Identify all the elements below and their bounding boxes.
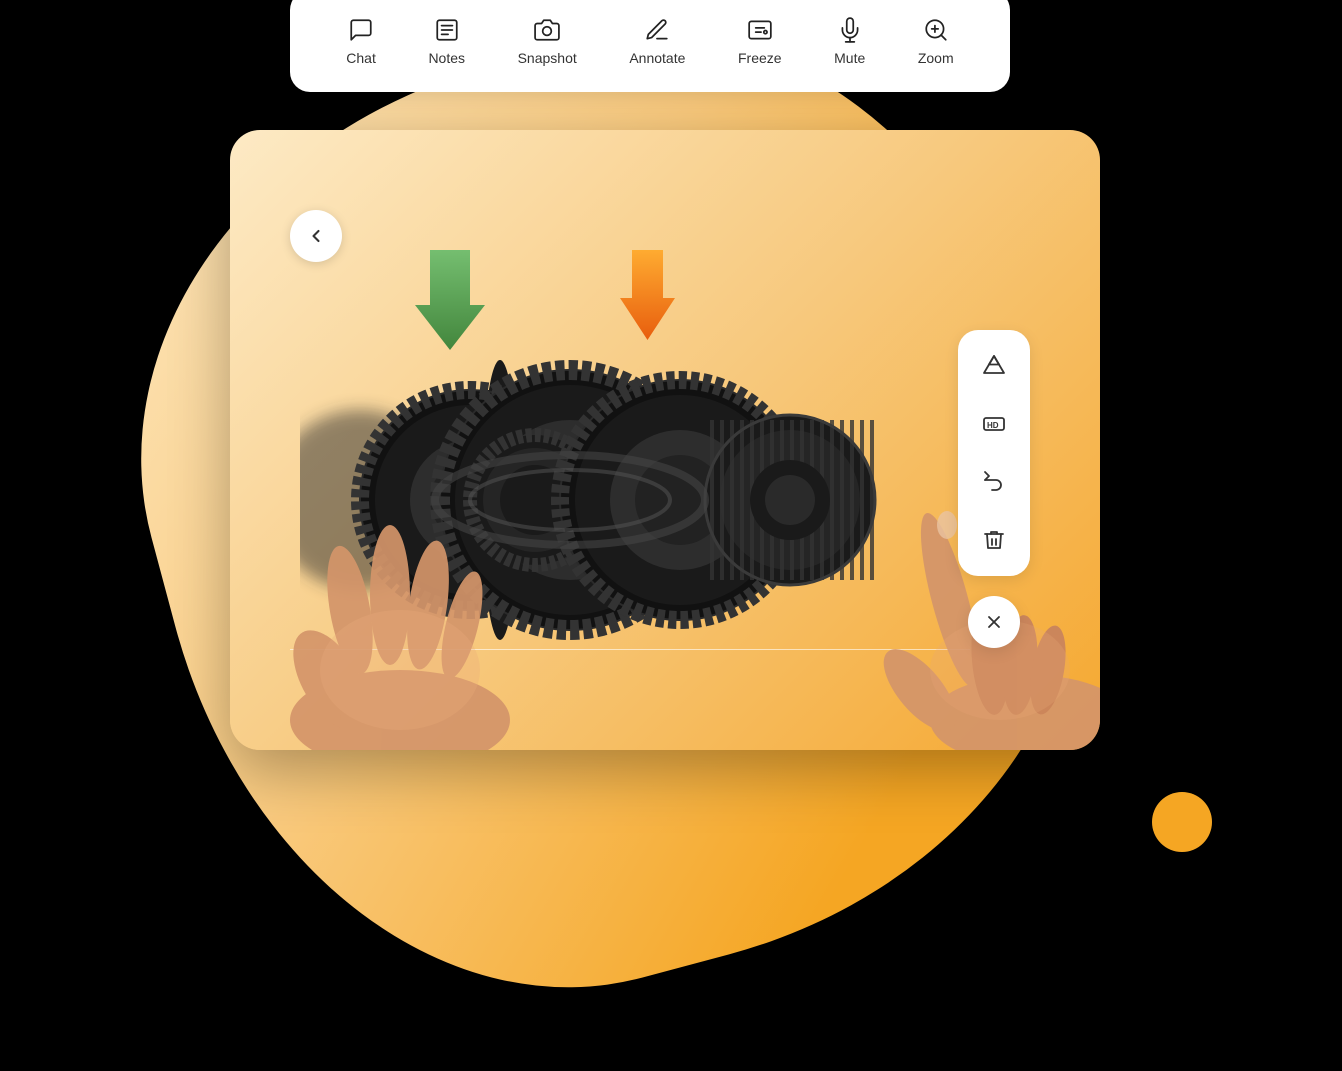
action-buttons-group: HD	[958, 330, 1030, 576]
toolbar-item-mute[interactable]: Mute	[818, 8, 881, 74]
trash-icon	[982, 528, 1006, 552]
snapshot-icon	[533, 16, 561, 44]
right-panel: HD	[958, 330, 1030, 648]
toolbar-item-snapshot[interactable]: Snapshot	[502, 8, 593, 74]
notes-icon	[433, 16, 461, 44]
background-blob-small	[1152, 792, 1212, 852]
chat-icon	[347, 16, 375, 44]
zoom-label: Zoom	[918, 50, 954, 66]
toolbar: Chat Notes Snapshot Annotate	[290, 0, 1010, 92]
annotate-label: Annotate	[629, 50, 685, 66]
toolbar-item-zoom[interactable]: Zoom	[902, 8, 970, 74]
zoom-icon	[922, 16, 950, 44]
back-button[interactable]	[290, 210, 342, 262]
toolbar-item-freeze[interactable]: Freeze	[722, 8, 798, 74]
toolbar-item-notes[interactable]: Notes	[412, 8, 481, 74]
mute-icon	[836, 16, 864, 44]
hd-button[interactable]: HD	[968, 398, 1020, 450]
snapshot-label: Snapshot	[518, 50, 577, 66]
close-icon	[984, 612, 1004, 632]
arrow-orange	[620, 250, 675, 335]
3d-button[interactable]	[968, 340, 1020, 392]
arrow-green	[415, 250, 485, 340]
undo-button[interactable]	[968, 456, 1020, 508]
chat-label: Chat	[346, 50, 376, 66]
scene: Chat Notes Snapshot Annotate	[0, 0, 1342, 1052]
close-button[interactable]	[968, 596, 1020, 648]
divider-line	[290, 649, 970, 650]
freeze-icon	[746, 16, 774, 44]
svg-text:HD: HD	[987, 421, 999, 430]
tablet-card: HD	[230, 130, 1100, 750]
notes-label: Notes	[428, 50, 465, 66]
freeze-label: Freeze	[738, 50, 782, 66]
undo-icon	[982, 470, 1006, 494]
toolbar-item-chat[interactable]: Chat	[330, 8, 392, 74]
mute-label: Mute	[834, 50, 865, 66]
toolbar-item-annotate[interactable]: Annotate	[613, 8, 701, 74]
delete-button[interactable]	[968, 514, 1020, 566]
gear-assembly	[290, 310, 1010, 690]
pyramid-icon	[982, 354, 1006, 378]
annotate-icon	[643, 16, 671, 44]
hd-icon: HD	[982, 412, 1006, 436]
